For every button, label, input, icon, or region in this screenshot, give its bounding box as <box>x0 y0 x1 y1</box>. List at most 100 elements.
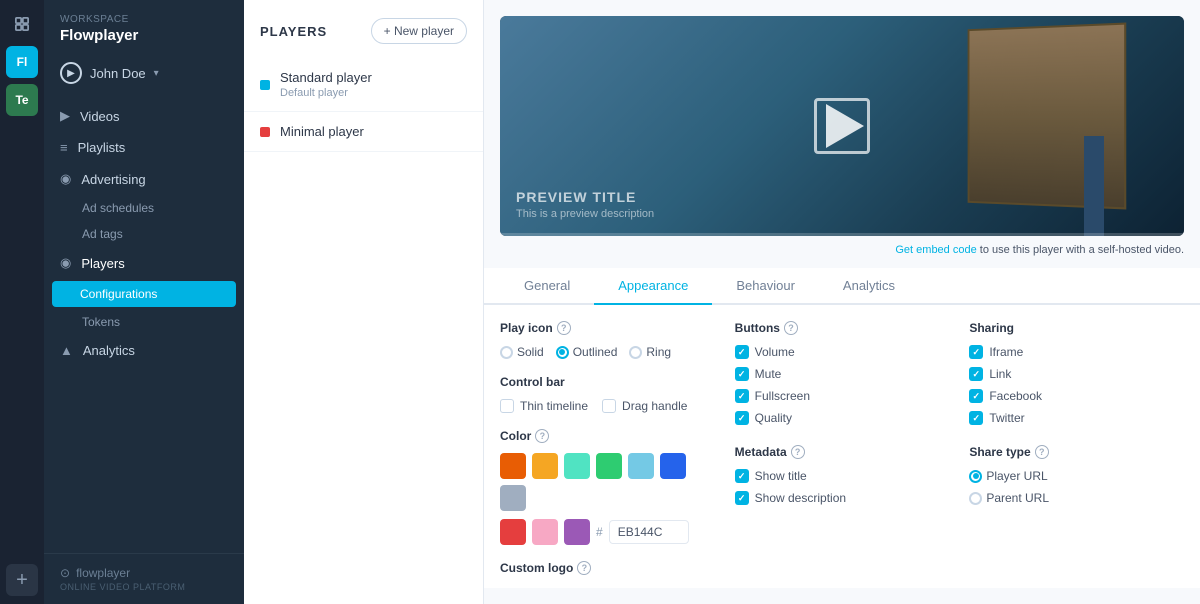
checkbox-link[interactable]: ✓ Link <box>969 367 1184 381</box>
checkbox-drag-handle[interactable]: Drag handle <box>602 399 687 413</box>
tab-analytics[interactable]: Analytics <box>819 268 919 305</box>
color-swatch-gray[interactable] <box>500 485 526 511</box>
player-item-standard[interactable]: Standard player Default player <box>244 58 483 112</box>
sidebar-item-ad-tags[interactable]: Ad tags <box>44 221 244 247</box>
radio-dot-player-url <box>973 473 979 479</box>
settings-col-1: Play icon ? Solid Outlined <box>500 321 715 585</box>
main-content: PREVIEW TITLE This is a preview descript… <box>484 0 1200 604</box>
color-swatch-orange[interactable] <box>500 453 526 479</box>
sidebar-item-configurations[interactable]: Configurations <box>52 281 236 307</box>
sidebar-item-videos[interactable]: ▶ Videos <box>44 100 244 132</box>
new-player-button[interactable]: + New player <box>371 18 467 44</box>
checkbox-quality[interactable]: ✓ Quality <box>735 411 950 425</box>
sidebar-item-players[interactable]: ◉ Players <box>44 247 244 279</box>
players-panel-title: PLAYERS <box>260 24 327 39</box>
checkbox-twitter[interactable]: ✓ Twitter <box>969 411 1184 425</box>
radio-circle-outlined <box>556 346 569 359</box>
sidebar-item-playlists[interactable]: ≡ Playlists <box>44 132 244 163</box>
checkbox-volume[interactable]: ✓ Volume <box>735 345 950 359</box>
add-workspace-button[interactable]: + <box>6 564 38 596</box>
sidebar-item-advertising[interactable]: ◉ Advertising <box>44 163 244 195</box>
buttons-help[interactable]: ? <box>784 321 798 335</box>
player-sub-label: Default player <box>280 87 372 99</box>
workspace-label: WORKSPACE <box>60 14 228 25</box>
buttons-title: Buttons ? <box>735 321 950 335</box>
player-item-minimal[interactable]: Minimal player <box>244 112 483 152</box>
user-avatar: ▶ <box>60 62 82 84</box>
metadata-title: Metadata ? <box>735 445 950 459</box>
embed-note-text: to use this player with a self-hosted vi… <box>977 244 1184 256</box>
checkbox-box-iframe: ✓ <box>969 345 983 359</box>
color-swatch-blue[interactable] <box>660 453 686 479</box>
settings-area: Play icon ? Solid Outlined <box>484 305 1200 588</box>
play-icon-section: Play icon ? Solid Outlined <box>500 321 715 359</box>
metadata-help[interactable]: ? <box>791 445 805 459</box>
icon-rail: Fl Te + <box>0 0 44 604</box>
play-icon-title: Play icon ? <box>500 321 715 335</box>
sidebar-item-tokens[interactable]: Tokens <box>44 309 244 335</box>
workspace-te[interactable]: Te <box>6 84 38 116</box>
color-swatch-pink[interactable] <box>532 519 558 545</box>
players-icon: ◉ <box>60 255 71 271</box>
custom-logo-help[interactable]: ? <box>577 561 591 575</box>
share-type-help[interactable]: ? <box>1035 445 1049 459</box>
color-hex-input[interactable] <box>609 520 689 544</box>
checkbox-iframe[interactable]: ✓ Iframe <box>969 345 1184 359</box>
players-panel: PLAYERS + New player Standard player Def… <box>244 0 484 604</box>
preview-structure <box>1084 136 1104 236</box>
embed-code-link[interactable]: Get embed code <box>895 244 976 256</box>
buttons-section: Buttons ? ✓ Volume ✓ Mute ✓ <box>735 321 950 425</box>
checkbox-box-mute: ✓ <box>735 367 749 381</box>
checkbox-box-facebook: ✓ <box>969 389 983 403</box>
color-swatch-light-blue[interactable] <box>628 453 654 479</box>
checkbox-box-volume: ✓ <box>735 345 749 359</box>
preview-progress-bar <box>500 233 1184 236</box>
checkbox-show-title[interactable]: ✓ Show title <box>735 469 950 483</box>
share-type-section: Share type ? Player URL Parent URL <box>969 445 1184 505</box>
color-swatch-red[interactable] <box>500 519 526 545</box>
sidebar: WORKSPACE Flowplayer ▶ John Doe ▾ ▶ Vide… <box>44 0 244 604</box>
metadata-section: Metadata ? ✓ Show title ✓ Show descripti… <box>735 445 950 505</box>
radio-ring[interactable]: Ring <box>629 345 671 359</box>
player-name: Minimal player <box>280 124 364 139</box>
tab-appearance[interactable]: Appearance <box>594 268 712 305</box>
settings-col-2: Buttons ? ✓ Volume ✓ Mute ✓ <box>735 321 950 585</box>
checkbox-box-show-title: ✓ <box>735 469 749 483</box>
players-panel-header: PLAYERS + New player <box>244 0 483 58</box>
color-help[interactable]: ? <box>535 429 549 443</box>
color-swatch-yellow[interactable] <box>532 453 558 479</box>
radio-player-url[interactable]: Player URL <box>969 469 1184 483</box>
checkbox-show-description[interactable]: ✓ Show description <box>735 491 950 505</box>
checkbox-facebook[interactable]: ✓ Facebook <box>969 389 1184 403</box>
color-swatch-green[interactable] <box>596 453 622 479</box>
radio-solid[interactable]: Solid <box>500 345 544 359</box>
checkbox-fullscreen[interactable]: ✓ Fullscreen <box>735 389 950 403</box>
preview-title: PREVIEW TITLE <box>516 189 654 205</box>
sidebar-item-analytics[interactable]: ▲ Analytics <box>44 335 244 366</box>
custom-logo-section: Custom logo ? <box>500 561 715 575</box>
custom-logo-title: Custom logo ? <box>500 561 715 575</box>
settings-col-3: Sharing ✓ Iframe ✓ Link ✓ Fac <box>969 321 1184 585</box>
play-icon-help[interactable]: ? <box>557 321 571 335</box>
sidebar-item-ad-schedules[interactable]: Ad schedules <box>44 195 244 221</box>
user-menu[interactable]: ▶ John Doe ▾ <box>44 54 244 92</box>
radio-circle-ring <box>629 346 642 359</box>
preview-play-button[interactable] <box>812 96 872 156</box>
sidebar-item-label: Playlists <box>78 140 126 155</box>
color-swatches <box>500 453 715 511</box>
color-section: Color ? <box>500 429 715 545</box>
settings-tabs: General Appearance Behaviour Analytics <box>484 268 1200 305</box>
video-preview: PREVIEW TITLE This is a preview descript… <box>500 16 1184 236</box>
player-name: Standard player <box>280 70 372 85</box>
color-swatch-purple[interactable] <box>564 519 590 545</box>
workspace-fl[interactable]: Fl <box>6 46 38 78</box>
checkbox-mute[interactable]: ✓ Mute <box>735 367 950 381</box>
radio-parent-url[interactable]: Parent URL <box>969 491 1184 505</box>
checkbox-box-twitter: ✓ <box>969 411 983 425</box>
tab-behaviour[interactable]: Behaviour <box>712 268 819 305</box>
grid-icon[interactable] <box>6 8 38 40</box>
tab-general[interactable]: General <box>500 268 594 305</box>
checkbox-thin-timeline[interactable]: Thin timeline <box>500 399 588 413</box>
color-swatch-teal[interactable] <box>564 453 590 479</box>
radio-outlined[interactable]: Outlined <box>556 345 618 359</box>
